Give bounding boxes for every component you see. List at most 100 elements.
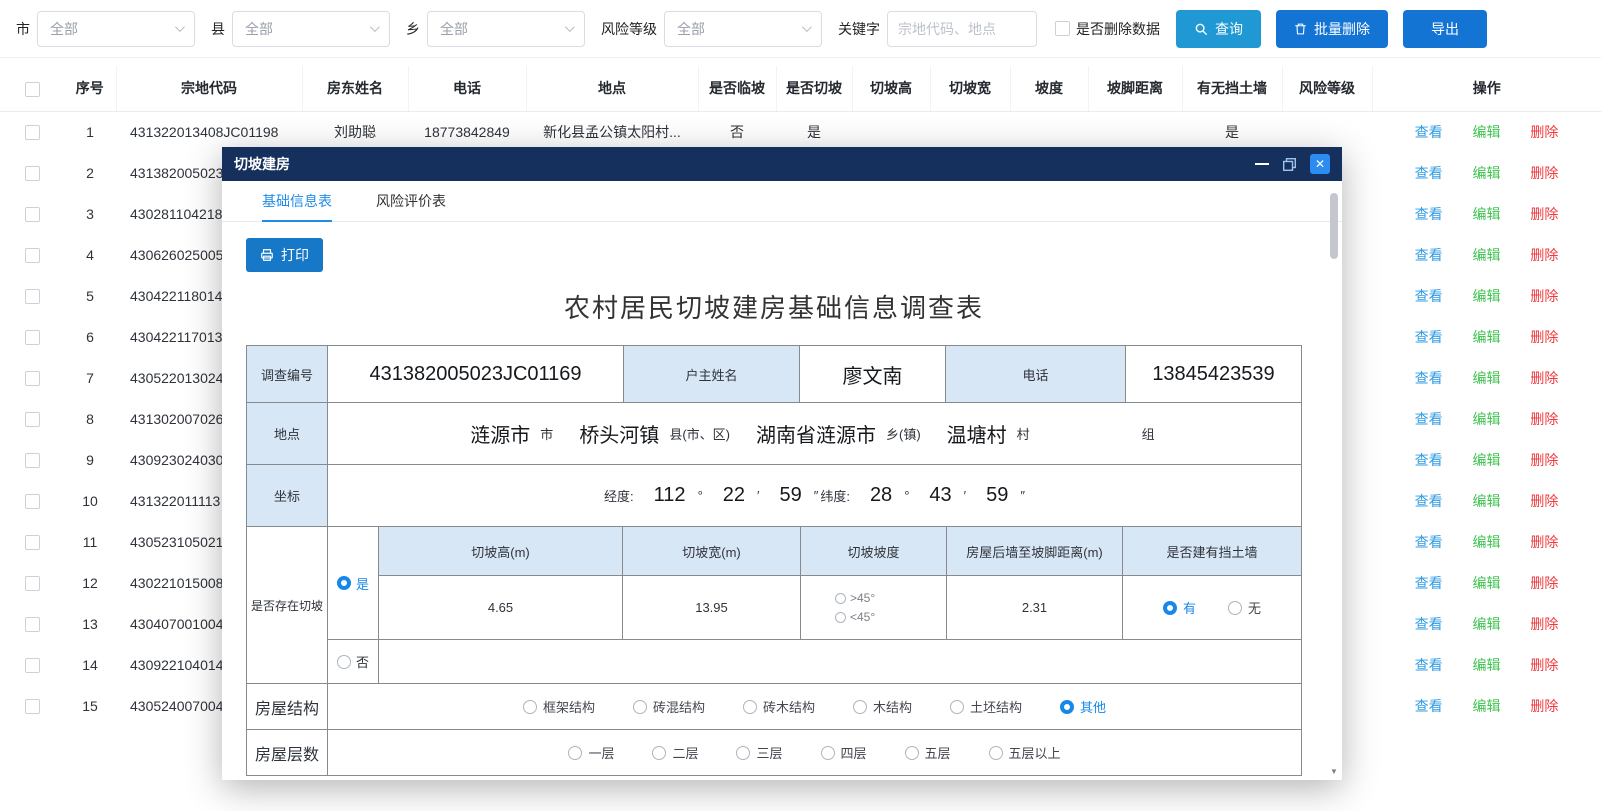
select-all-checkbox[interactable] bbox=[25, 82, 40, 97]
row-checkbox[interactable] bbox=[25, 699, 40, 714]
delete-link[interactable]: 删除 bbox=[1530, 329, 1558, 345]
radio-option[interactable]: <45° bbox=[835, 610, 875, 624]
view-link[interactable]: 查看 bbox=[1415, 616, 1443, 632]
delete-link[interactable]: 删除 bbox=[1530, 452, 1558, 468]
row-checkbox[interactable] bbox=[25, 453, 40, 468]
edit-link[interactable]: 编辑 bbox=[1473, 575, 1501, 591]
view-link[interactable]: 查看 bbox=[1415, 657, 1443, 673]
view-link[interactable]: 查看 bbox=[1415, 329, 1443, 345]
retaining-wall-group: 有 无 bbox=[1122, 576, 1301, 639]
edit-link[interactable]: 编辑 bbox=[1473, 206, 1501, 222]
view-link[interactable]: 查看 bbox=[1415, 165, 1443, 181]
slope-no-option[interactable]: 否 bbox=[328, 640, 378, 683]
edit-link[interactable]: 编辑 bbox=[1473, 493, 1501, 509]
tab-risk-evaluation[interactable]: 风险评价表 bbox=[376, 181, 446, 221]
edit-link[interactable]: 编辑 bbox=[1473, 124, 1501, 140]
row-checkbox[interactable] bbox=[25, 248, 40, 263]
delete-link[interactable]: 删除 bbox=[1530, 247, 1558, 263]
radio-option[interactable]: 砖混结构 bbox=[633, 697, 705, 716]
delete-link[interactable]: 删除 bbox=[1530, 575, 1558, 591]
row-checkbox[interactable] bbox=[25, 289, 40, 304]
view-link[interactable]: 查看 bbox=[1415, 206, 1443, 222]
city-select[interactable]: 全部 bbox=[37, 11, 195, 47]
row-checkbox[interactable] bbox=[25, 494, 40, 509]
edit-link[interactable]: 编辑 bbox=[1473, 616, 1501, 632]
delete-link[interactable]: 删除 bbox=[1530, 411, 1558, 427]
row-checkbox[interactable] bbox=[25, 535, 40, 550]
view-link[interactable]: 查看 bbox=[1415, 370, 1443, 386]
radio-option[interactable]: 框架结构 bbox=[523, 697, 595, 716]
edit-link[interactable]: 编辑 bbox=[1473, 247, 1501, 263]
scrollbar-thumb[interactable] bbox=[1330, 193, 1338, 259]
edit-link[interactable]: 编辑 bbox=[1473, 657, 1501, 673]
row-checkbox[interactable] bbox=[25, 412, 40, 427]
close-icon[interactable]: ✕ bbox=[1310, 154, 1330, 174]
view-link[interactable]: 查看 bbox=[1415, 452, 1443, 468]
edit-link[interactable]: 编辑 bbox=[1473, 329, 1501, 345]
view-link[interactable]: 查看 bbox=[1415, 411, 1443, 427]
tab-basic-info[interactable]: 基础信息表 bbox=[262, 181, 332, 221]
radio-option[interactable]: 一层 bbox=[568, 743, 614, 762]
view-link[interactable]: 查看 bbox=[1415, 288, 1443, 304]
edit-link[interactable]: 编辑 bbox=[1473, 370, 1501, 386]
edit-link[interactable]: 编辑 bbox=[1473, 698, 1501, 714]
slope-yes-option[interactable]: 是 bbox=[328, 527, 378, 639]
view-link[interactable]: 查看 bbox=[1415, 575, 1443, 591]
delete-link[interactable]: 删除 bbox=[1530, 370, 1558, 386]
view-link[interactable]: 查看 bbox=[1415, 534, 1443, 550]
radio-icon bbox=[633, 700, 647, 714]
delete-link[interactable]: 删除 bbox=[1530, 616, 1558, 632]
delete-link[interactable]: 删除 bbox=[1530, 206, 1558, 222]
delete-link[interactable]: 删除 bbox=[1530, 165, 1558, 181]
row-checkbox[interactable] bbox=[25, 658, 40, 673]
radio-option[interactable]: 无 bbox=[1228, 598, 1261, 617]
radio-option[interactable]: 有 bbox=[1163, 598, 1196, 617]
cell-actions: 查看 编辑 删除 bbox=[1372, 316, 1601, 357]
delete-link[interactable]: 删除 bbox=[1530, 657, 1558, 673]
edit-link[interactable]: 编辑 bbox=[1473, 165, 1501, 181]
maximize-icon[interactable] bbox=[1283, 158, 1296, 171]
radio-option[interactable]: 四层 bbox=[821, 743, 867, 762]
radio-option[interactable]: 二层 bbox=[652, 743, 698, 762]
edit-link[interactable]: 编辑 bbox=[1473, 534, 1501, 550]
radio-option[interactable]: 土坯结构 bbox=[950, 697, 1022, 716]
print-button[interactable]: 打印 bbox=[246, 238, 323, 272]
view-link[interactable]: 查看 bbox=[1415, 247, 1443, 263]
risk-level-select[interactable]: 全部 bbox=[664, 11, 822, 47]
view-link[interactable]: 查看 bbox=[1415, 493, 1443, 509]
row-checkbox[interactable] bbox=[25, 125, 40, 140]
keyword-input[interactable] bbox=[887, 11, 1037, 47]
export-button[interactable]: 导出 bbox=[1403, 10, 1487, 48]
edit-link[interactable]: 编辑 bbox=[1473, 452, 1501, 468]
query-button[interactable]: 查询 bbox=[1176, 10, 1261, 48]
delete-link[interactable]: 删除 bbox=[1530, 534, 1558, 550]
row-checkbox[interactable] bbox=[25, 207, 40, 222]
batch-delete-button[interactable]: 批量删除 bbox=[1276, 10, 1388, 48]
radio-option[interactable]: 木结构 bbox=[853, 697, 912, 716]
row-checkbox[interactable] bbox=[25, 166, 40, 181]
modal-scrollbar[interactable]: ▼ bbox=[1328, 187, 1340, 776]
scrollbar-down-arrow[interactable]: ▼ bbox=[1328, 767, 1340, 776]
edit-link[interactable]: 编辑 bbox=[1473, 288, 1501, 304]
delete-link[interactable]: 删除 bbox=[1530, 288, 1558, 304]
show-deleted-checkbox[interactable] bbox=[1055, 21, 1070, 36]
delete-link[interactable]: 删除 bbox=[1530, 698, 1558, 714]
radio-option[interactable]: 五层 bbox=[905, 743, 951, 762]
edit-link[interactable]: 编辑 bbox=[1473, 411, 1501, 427]
county-select[interactable]: 全部 bbox=[232, 11, 390, 47]
township-select[interactable]: 全部 bbox=[427, 11, 585, 47]
radio-option[interactable]: 五层以上 bbox=[989, 743, 1061, 762]
radio-option[interactable]: 三层 bbox=[736, 743, 782, 762]
row-checkbox[interactable] bbox=[25, 330, 40, 345]
row-checkbox[interactable] bbox=[25, 576, 40, 591]
row-checkbox[interactable] bbox=[25, 617, 40, 632]
radio-option[interactable]: 其他 bbox=[1060, 697, 1106, 716]
view-link[interactable]: 查看 bbox=[1415, 698, 1443, 714]
radio-option[interactable]: >45° bbox=[835, 591, 875, 605]
row-checkbox[interactable] bbox=[25, 371, 40, 386]
radio-option[interactable]: 砖木结构 bbox=[743, 697, 815, 716]
delete-link[interactable]: 删除 bbox=[1530, 493, 1558, 509]
delete-link[interactable]: 删除 bbox=[1530, 124, 1558, 140]
view-link[interactable]: 查看 bbox=[1415, 124, 1443, 140]
minimize-icon[interactable] bbox=[1255, 163, 1269, 165]
